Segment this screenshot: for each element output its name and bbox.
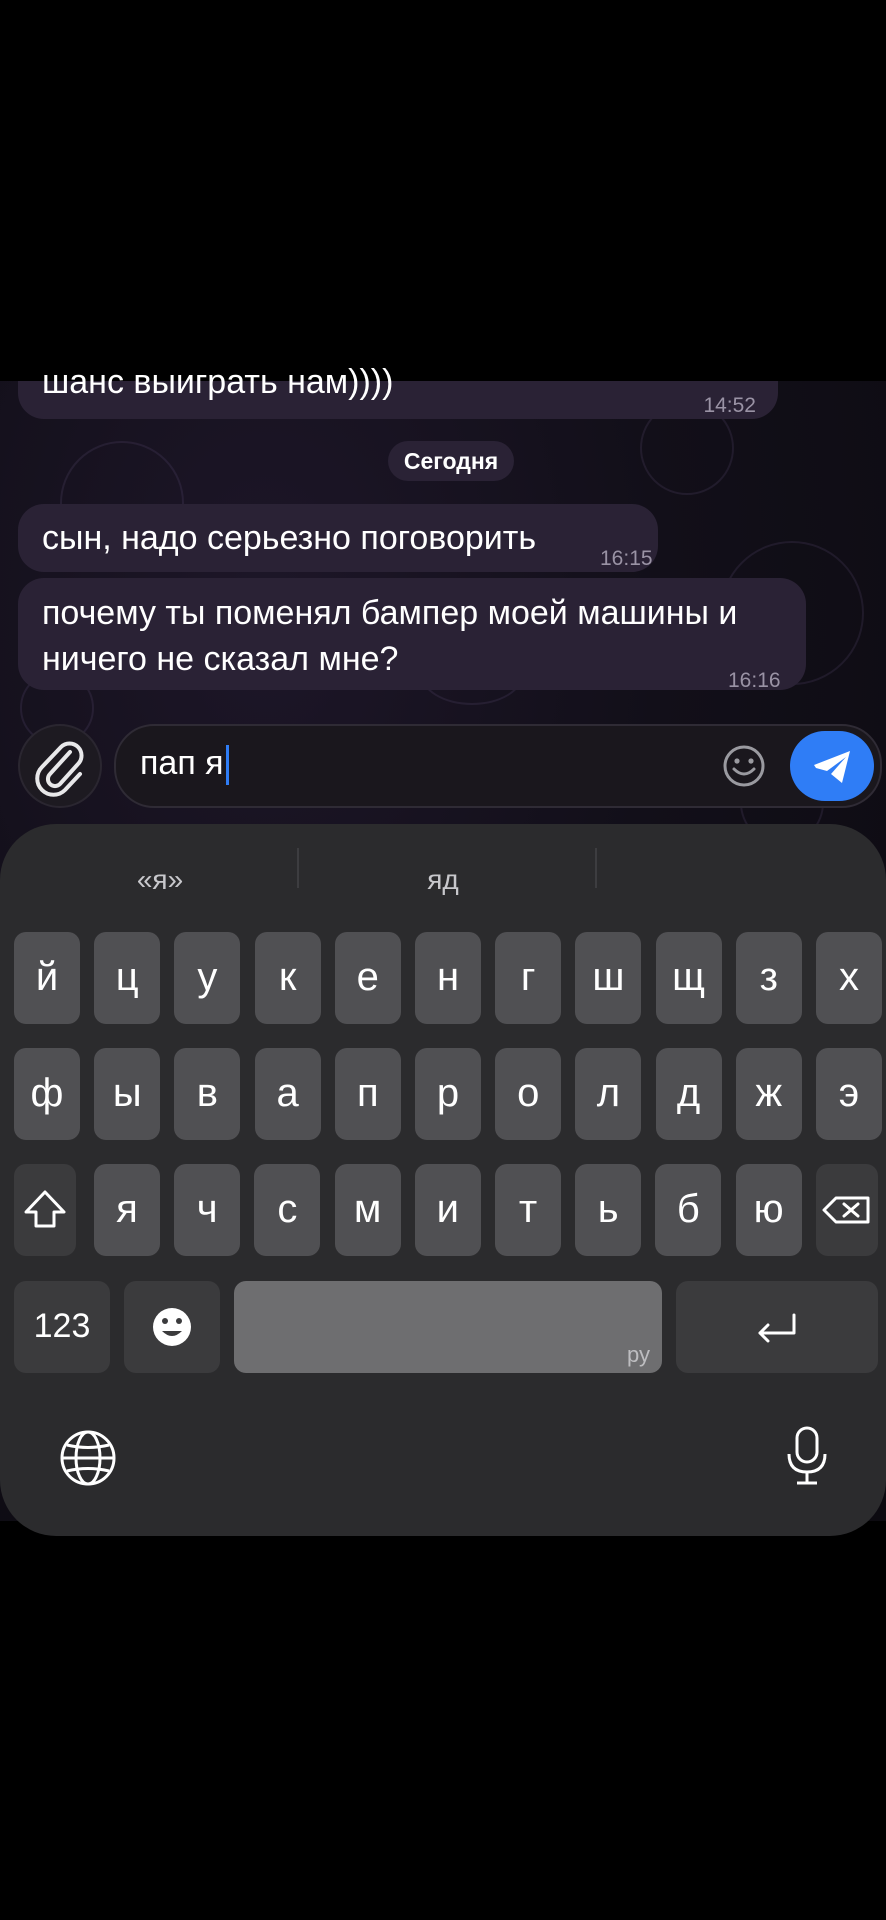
key-ж[interactable]: ж xyxy=(735,1048,802,1140)
key-а[interactable]: а xyxy=(254,1048,321,1140)
send-arrow-icon xyxy=(814,751,850,783)
screen: шанс выиграть нам)))) 14:52 Сегодня сын,… xyxy=(0,0,886,1920)
key-с[interactable]: с xyxy=(254,1164,321,1256)
key-ч[interactable]: ч xyxy=(174,1164,241,1256)
message-input[interactable]: пап я xyxy=(114,724,882,808)
text-cursor xyxy=(225,745,229,786)
key-ы[interactable]: ы xyxy=(94,1048,161,1140)
key-э[interactable]: э xyxy=(816,1048,882,1140)
shift-icon xyxy=(24,1190,66,1228)
backspace-icon xyxy=(822,1196,870,1224)
suggestion-1[interactable]: «я» xyxy=(60,864,260,896)
key-о[interactable]: о xyxy=(495,1048,562,1140)
message-bubble[interactable]: сын, надо серьезно поговорить 16:15 xyxy=(18,504,658,572)
date-separator: Сегодня xyxy=(388,441,514,481)
key-л[interactable]: л xyxy=(575,1048,642,1140)
suggestion-divider xyxy=(297,848,299,888)
key-и[interactable]: и xyxy=(414,1164,481,1256)
smiley-icon[interactable] xyxy=(722,744,766,788)
numbers-key[interactable]: 123 xyxy=(14,1281,110,1373)
key-г[interactable]: г xyxy=(495,932,562,1024)
emoji-icon xyxy=(153,1308,191,1346)
input-text: пап я xyxy=(140,744,224,782)
send-button[interactable] xyxy=(790,731,874,801)
key-з[interactable]: з xyxy=(735,932,802,1024)
key-н[interactable]: н xyxy=(415,932,481,1024)
message-time: 16:15 xyxy=(600,547,653,570)
key-ю[interactable]: ю xyxy=(735,1164,802,1256)
key-б[interactable]: б xyxy=(655,1164,722,1256)
microphone-icon[interactable] xyxy=(782,1424,832,1488)
key-й[interactable]: й xyxy=(14,932,80,1024)
message-time: 16:16 xyxy=(728,669,781,692)
key-т[interactable]: т xyxy=(495,1164,561,1256)
emoji-key[interactable] xyxy=(124,1281,220,1373)
key-ц[interactable]: ц xyxy=(94,932,161,1024)
key-е[interactable]: е xyxy=(334,932,401,1024)
attach-button[interactable] xyxy=(18,724,102,808)
key-щ[interactable]: щ xyxy=(655,932,722,1024)
message-time: 14:52 xyxy=(703,394,756,417)
message-text: шанс выиграть нам)))) xyxy=(42,363,394,401)
backspace-key[interactable] xyxy=(816,1164,878,1256)
space-key[interactable]: ру xyxy=(234,1281,662,1373)
key-д[interactable]: д xyxy=(655,1048,722,1140)
message-bubble[interactable]: почему ты поменял бампер моей машины и н… xyxy=(18,578,806,692)
key-я[interactable]: я xyxy=(94,1164,160,1256)
return-icon xyxy=(758,1313,796,1343)
globe-icon[interactable] xyxy=(58,1428,118,1488)
message-text-line1: почему ты поменял бампер моей машины и xyxy=(42,594,738,632)
message-bubble[interactable]: шанс выиграть нам)))) 14:52 xyxy=(18,363,778,419)
key-ш[interactable]: ш xyxy=(575,932,642,1024)
suggestion-divider xyxy=(595,848,597,888)
message-text: сын, надо серьезно поговорить xyxy=(42,519,537,557)
key-ь[interactable]: ь xyxy=(575,1164,642,1256)
paperclip-icon xyxy=(35,741,84,797)
suggestion-2[interactable]: яд xyxy=(343,864,543,896)
key-ф[interactable]: ф xyxy=(14,1048,80,1140)
key-х[interactable]: х xyxy=(816,932,882,1024)
space-language-label: ру xyxy=(627,1342,650,1367)
key-п[interactable]: п xyxy=(334,1048,401,1140)
key-в[interactable]: в xyxy=(174,1048,241,1140)
key-р[interactable]: р xyxy=(415,1048,481,1140)
shift-key[interactable] xyxy=(14,1164,76,1256)
key-к[interactable]: к xyxy=(254,932,321,1024)
key-м[interactable]: м xyxy=(334,1164,401,1256)
key-у[interactable]: у xyxy=(174,932,241,1024)
message-text-line2: ничего не сказал мне? xyxy=(42,640,399,678)
return-key[interactable] xyxy=(676,1281,878,1373)
